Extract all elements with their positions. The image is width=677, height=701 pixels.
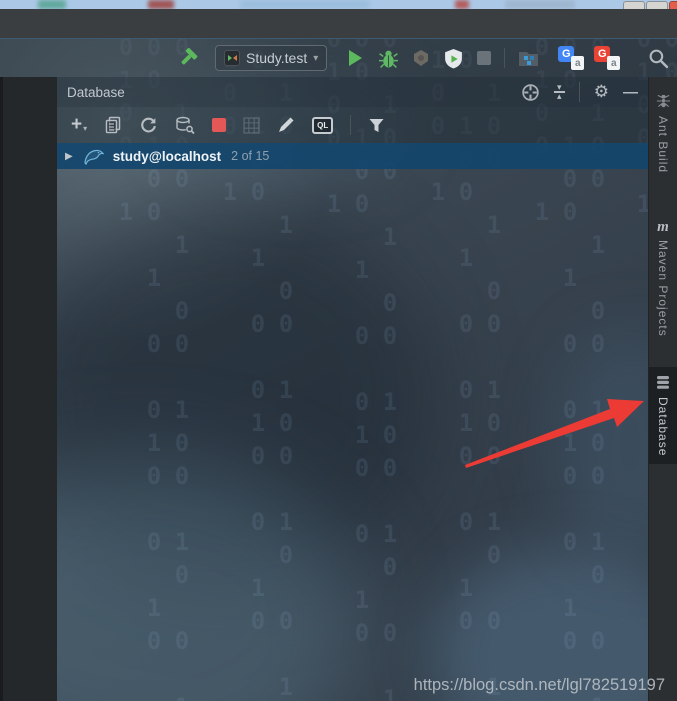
collapse-all-icon[interactable]: ▾ ▴	[553, 82, 565, 101]
sidebar-tab-label: Database	[656, 396, 670, 457]
browser-tab-fragment	[240, 0, 370, 9]
sidebar-tab-maven-projects[interactable]: m Maven Projects	[649, 213, 677, 345]
tree-row-connection[interactable]: ▶ study@localhost 2 of 15	[57, 143, 648, 169]
window-minimize-button[interactable]	[623, 1, 645, 9]
run-configuration-icon	[224, 50, 240, 66]
connection-count: 2 of 15	[231, 149, 270, 163]
profiler-button[interactable]	[443, 48, 464, 69]
sidebar-tab-label: Maven Projects	[656, 240, 670, 337]
data-source-properties-icon[interactable]	[175, 116, 195, 135]
browser-tab-fragment	[505, 0, 575, 9]
chevron-down-icon: ▾	[313, 52, 319, 64]
maven-icon: m	[657, 219, 669, 236]
screenshot-root: 0 100 1 00 100 10 0 1 00 100 1 0 010 0 1…	[0, 0, 677, 701]
sidebar-tab-label: Ant Build	[656, 116, 670, 174]
debug-button[interactable]	[378, 48, 399, 69]
duplicate-icon[interactable]	[104, 116, 122, 134]
build-hammer-icon[interactable]	[177, 47, 199, 69]
mysql-dolphin-icon	[83, 147, 105, 165]
database-icon	[656, 375, 670, 390]
run-configuration-label: Study.test	[246, 50, 308, 66]
run-configuration-selector[interactable]: Study.test ▾	[215, 45, 328, 71]
header-separator	[578, 82, 580, 102]
database-toolbar: + ▾ QL	[57, 107, 648, 143]
collapse-caret-down: ▾	[556, 82, 562, 92]
browser-tab-fragment	[38, 0, 66, 9]
connection-name: study@localhost	[112, 148, 222, 164]
toolbar-separator	[504, 48, 506, 68]
locate-icon[interactable]	[521, 83, 540, 102]
run-button[interactable]	[349, 50, 363, 66]
translate-blue-icon[interactable]: G a	[558, 46, 585, 70]
filter-icon[interactable]	[368, 117, 385, 134]
translate-orange-icon[interactable]: G a	[594, 46, 621, 70]
plus-icon: +	[71, 114, 83, 135]
ide-body: Database ▾ ▴ ⚙ — + ▾ QL ▶ study@localhos…	[0, 77, 677, 701]
watermark-url: https://blog.csdn.net/lgl782519197	[413, 676, 665, 694]
edit-pencil-icon[interactable]	[277, 116, 295, 134]
browser-top-strip	[0, 0, 677, 9]
search-everywhere-icon[interactable]	[648, 48, 669, 69]
translate-page-badge: a	[607, 56, 621, 70]
run-with-coverage-button[interactable]	[411, 48, 431, 68]
window-maximize-button[interactable]	[646, 1, 668, 9]
collapse-caret-up: ▴	[556, 91, 562, 101]
ant-icon	[656, 93, 671, 109]
chevron-down-icon: ▾	[83, 124, 88, 133]
hide-panel-icon[interactable]: —	[623, 84, 638, 101]
sidebar-tab-database[interactable]: Database	[649, 366, 677, 465]
ide-title-bar	[0, 9, 677, 38]
right-tool-window-bar: Ant Build m Maven Projects Database	[648, 77, 677, 701]
table-view-icon[interactable]	[243, 116, 260, 134]
add-data-source-button[interactable]: + ▾	[71, 114, 88, 135]
browser-tab-fragment	[148, 0, 174, 9]
gear-icon[interactable]: ⚙	[594, 82, 609, 102]
refresh-icon[interactable]	[139, 116, 158, 135]
toolbar-separator	[350, 115, 352, 135]
database-panel: Database ▾ ▴ ⚙ — + ▾ QL ▶ study@localhos…	[57, 77, 648, 701]
sidebar-tab-ant-build[interactable]: Ant Build	[649, 85, 677, 181]
browser-tab-fragment	[455, 0, 469, 9]
stop-button[interactable]	[476, 50, 492, 66]
translate-page-badge: a	[571, 56, 585, 70]
main-toolbar: Study.test ▾ G a G a	[0, 39, 677, 77]
window-close-button[interactable]	[669, 1, 677, 9]
disconnect-button[interactable]	[212, 118, 227, 132]
plugin-folder-icon[interactable]	[517, 48, 540, 68]
ide-main-area: 0 100 1 00 100 10 0 1 00 100 1 0 010 0 1…	[0, 38, 677, 701]
panel-title: Database	[67, 84, 125, 100]
left-tool-strip	[0, 77, 57, 701]
query-console-icon[interactable]: QL	[312, 116, 334, 134]
database-panel-header: Database ▾ ▴ ⚙ —	[57, 77, 648, 107]
expand-arrow-icon[interactable]: ▶	[65, 151, 73, 162]
